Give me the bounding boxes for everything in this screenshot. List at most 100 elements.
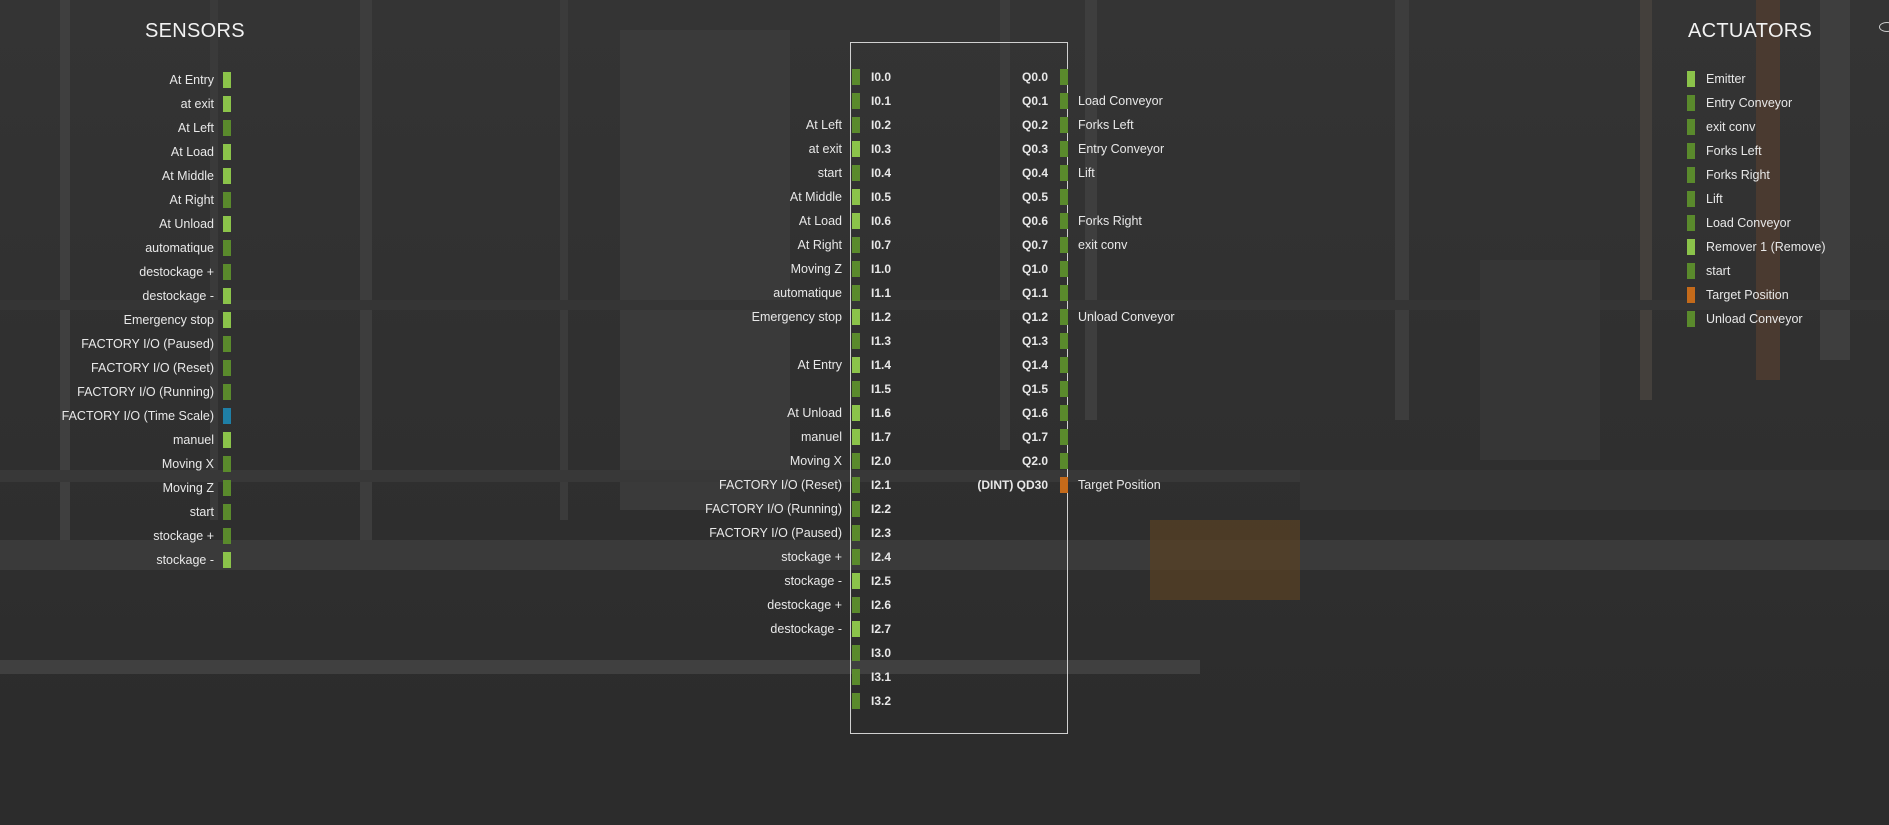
output-indicator[interactable] [1060,213,1068,229]
output-mapping-row[interactable]: Q0.2 Forks Left [950,113,1250,137]
output-indicator[interactable] [1060,261,1068,277]
input-indicator[interactable] [852,333,860,349]
sensor-indicator[interactable] [223,552,231,568]
input-indicator[interactable] [852,69,860,85]
input-mapping-row[interactable]: FACTORY I/O (Reset) I2.1 [600,473,900,497]
input-mapping-row[interactable]: Emergency stop I1.2 [600,305,900,329]
actuator-item[interactable]: Entry Conveyor [1687,91,1792,115]
sensor-item[interactable]: Moving X [0,452,231,476]
actuator-indicator[interactable] [1687,71,1695,87]
sensor-indicator[interactable] [223,504,231,520]
actuator-item[interactable]: Load Conveyor [1687,211,1791,235]
actuator-item[interactable]: Target Position [1687,283,1789,307]
output-indicator[interactable] [1060,93,1068,109]
input-indicator[interactable] [852,645,860,661]
input-indicator[interactable] [852,501,860,517]
actuator-indicator[interactable] [1687,239,1695,255]
output-mapping-row[interactable]: Q1.6 [950,401,1250,425]
sensor-item[interactable]: FACTORY I/O (Paused) [0,332,231,356]
input-indicator[interactable] [852,477,860,493]
input-mapping-row[interactable]: destockage + I2.6 [600,593,900,617]
output-mapping-row[interactable]: Q1.4 [950,353,1250,377]
sensor-indicator[interactable] [223,120,231,136]
input-indicator[interactable] [852,621,860,637]
input-indicator[interactable] [852,357,860,373]
output-indicator[interactable] [1060,141,1068,157]
sensor-indicator[interactable] [223,456,231,472]
input-indicator[interactable] [852,549,860,565]
input-indicator[interactable] [852,165,860,181]
sensor-indicator[interactable] [223,288,231,304]
actuator-indicator[interactable] [1687,311,1695,327]
output-mapping-row[interactable]: Q0.1 Load Conveyor [950,89,1250,113]
input-mapping-row[interactable]: destockage - I2.7 [600,617,900,641]
output-indicator[interactable] [1060,189,1068,205]
actuator-item[interactable]: Lift [1687,187,1723,211]
actuator-indicator[interactable] [1687,263,1695,279]
output-indicator[interactable] [1060,237,1068,253]
sensor-item[interactable]: destockage + [0,260,231,284]
sensor-indicator[interactable] [223,360,231,376]
input-indicator[interactable] [852,117,860,133]
input-indicator[interactable] [852,261,860,277]
sensor-item[interactable]: start [0,500,231,524]
input-indicator[interactable] [852,309,860,325]
input-indicator[interactable] [852,381,860,397]
actuator-item[interactable]: exit conv [1687,115,1755,139]
actuator-item[interactable]: Forks Left [1687,139,1762,163]
input-mapping-row[interactable]: I3.2 [600,689,900,713]
actuator-item[interactable]: Remover 1 (Remove) [1687,235,1825,259]
output-mapping-row[interactable]: (DINT) QD30 Target Position [950,473,1250,497]
sensor-item[interactable]: Moving Z [0,476,231,500]
input-indicator[interactable] [852,285,860,301]
input-mapping-row[interactable]: Moving Z I1.0 [600,257,900,281]
actuator-item[interactable]: Emitter [1687,67,1746,91]
input-mapping-row[interactable]: At Middle I0.5 [600,185,900,209]
sensor-indicator[interactable] [223,144,231,160]
output-indicator[interactable] [1060,477,1068,493]
input-mapping-row[interactable]: I0.0 [600,65,900,89]
input-mapping-row[interactable]: stockage + I2.4 [600,545,900,569]
sensor-indicator[interactable] [223,384,231,400]
input-indicator[interactable] [852,573,860,589]
output-indicator[interactable] [1060,165,1068,181]
input-mapping-row[interactable]: I1.5 [600,377,900,401]
sensor-indicator[interactable] [223,432,231,448]
input-indicator[interactable] [852,405,860,421]
output-mapping-row[interactable]: Q1.7 [950,425,1250,449]
input-indicator[interactable] [852,669,860,685]
input-mapping-row[interactable]: I3.1 [600,665,900,689]
output-mapping-row[interactable]: Q1.5 [950,377,1250,401]
output-indicator[interactable] [1060,69,1068,85]
input-indicator[interactable] [852,141,860,157]
input-mapping-row[interactable]: At Entry I1.4 [600,353,900,377]
input-mapping-row[interactable]: I3.0 [600,641,900,665]
output-mapping-row[interactable]: Q1.0 [950,257,1250,281]
input-mapping-row[interactable]: I1.3 [600,329,900,353]
sensor-item[interactable]: FACTORY I/O (Reset) [0,356,231,380]
output-mapping-row[interactable]: Q0.0 [950,65,1250,89]
sensor-indicator[interactable] [223,528,231,544]
output-mapping-row[interactable]: Q0.7 exit conv [950,233,1250,257]
output-indicator[interactable] [1060,429,1068,445]
sensor-indicator[interactable] [223,96,231,112]
sensor-indicator[interactable] [223,480,231,496]
actuator-indicator[interactable] [1687,143,1695,159]
sensor-item[interactable]: stockage - [0,548,231,572]
sensor-item[interactable]: Emergency stop [0,308,231,332]
actuator-item[interactable]: start [1687,259,1730,283]
output-indicator[interactable] [1060,285,1068,301]
input-mapping-row[interactable]: at exit I0.3 [600,137,900,161]
input-indicator[interactable] [852,525,860,541]
sensor-indicator[interactable] [223,192,231,208]
output-indicator[interactable] [1060,357,1068,373]
output-indicator[interactable] [1060,309,1068,325]
output-mapping-row[interactable]: Q1.3 [950,329,1250,353]
sensor-indicator[interactable] [223,240,231,256]
input-mapping-row[interactable]: FACTORY I/O (Paused) I2.3 [600,521,900,545]
output-mapping-row[interactable]: Q0.3 Entry Conveyor [950,137,1250,161]
input-indicator[interactable] [852,429,860,445]
actuator-indicator[interactable] [1687,191,1695,207]
actuator-item[interactable]: Forks Right [1687,163,1770,187]
sensor-item[interactable]: FACTORY I/O (Time Scale) [0,404,231,428]
